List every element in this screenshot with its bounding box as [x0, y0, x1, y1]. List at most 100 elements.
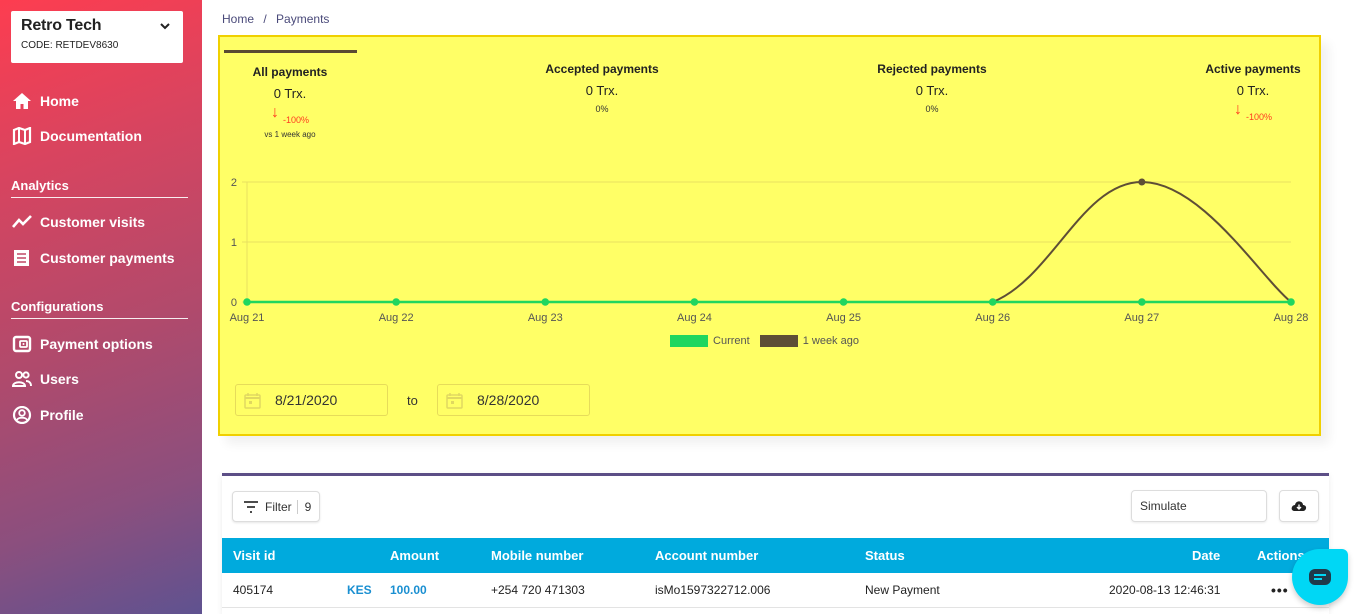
- stat-change-value: -100%: [282, 115, 309, 125]
- filter-label: Filter: [265, 499, 292, 514]
- stat-tab-active-payments[interactable]: Active payments 0 Trx. ↓ -100%: [1198, 62, 1308, 122]
- date-to-value: 8/28/2020: [477, 392, 540, 408]
- sidebar-item-label: Customer payments: [40, 250, 175, 266]
- column-header-date[interactable]: Date: [1192, 538, 1220, 573]
- organization-switcher[interactable]: Retro Tech CODE: RETDEV8630: [11, 11, 183, 63]
- payments-table-card: Filter 9 Visit id Amount Mobile number A…: [222, 473, 1329, 614]
- stat-value: 0 Trx.: [915, 83, 949, 98]
- section-title-analytics: Analytics: [11, 178, 188, 198]
- cloud-download-icon: [1291, 501, 1307, 511]
- breadcrumb-current: Payments: [276, 12, 330, 26]
- sidebar-item-label: Documentation: [40, 128, 142, 144]
- users-icon: [12, 371, 32, 387]
- stat-tab-all-payments[interactable]: All payments 0 Trx. ↓ -100% vs 1 week ag…: [240, 65, 340, 139]
- arrow-down-icon: ↓: [1233, 101, 1242, 118]
- row-actions-menu[interactable]: •••: [1271, 573, 1289, 608]
- filter-icon: [244, 500, 258, 513]
- cell-account-number: isMo1597322712.006: [655, 583, 771, 597]
- stat-value: 0 Trx.: [1236, 83, 1270, 98]
- y-tick-label: 0: [231, 297, 237, 309]
- cell-status: New Payment: [865, 583, 940, 597]
- active-tab-indicator: [224, 50, 357, 53]
- table-row[interactable]: 405174 KES 100.00 +254 720 471303 isMo15…: [222, 573, 1329, 608]
- date-from-field[interactable]: 8/21/2020: [235, 384, 388, 416]
- stat-value: 0 Trx.: [273, 86, 307, 101]
- legend-label: 1 week ago: [802, 335, 859, 347]
- chat-widget-button[interactable]: [1292, 549, 1348, 605]
- organization-name: Retro Tech: [21, 17, 102, 34]
- column-header-visit-id[interactable]: Visit id: [233, 538, 275, 573]
- column-header-amount[interactable]: Amount: [390, 538, 439, 573]
- section-title-configurations: Configurations: [11, 299, 188, 319]
- data-point-current: [1287, 298, 1295, 306]
- home-icon: [13, 93, 31, 109]
- calendar-icon: [446, 392, 463, 409]
- filter-button[interactable]: Filter 9: [232, 491, 320, 522]
- legend-item-current[interactable]: Current: [670, 335, 750, 347]
- sidebar-item-label: Profile: [40, 407, 84, 423]
- breadcrumb-separator: /: [263, 12, 267, 26]
- app: Retro Tech CODE: RETDEV8630 Home Documen…: [0, 0, 1356, 614]
- sidebar-item-label: Payment options: [40, 336, 153, 352]
- column-header-account-number[interactable]: Account number: [655, 538, 758, 573]
- stat-change-value: 0%: [595, 104, 609, 114]
- x-tick-label: Aug 21: [230, 312, 265, 324]
- legend-label: Current: [713, 335, 750, 347]
- sidebar-item-home[interactable]: Home: [12, 90, 79, 112]
- download-button[interactable]: [1279, 490, 1319, 522]
- receipt-icon: [14, 250, 29, 266]
- wallet-icon: [12, 335, 32, 353]
- x-tick-label: Aug 27: [1124, 312, 1159, 324]
- payments-stats-card: All payments 0 Trx. ↓ -100% vs 1 week ag…: [218, 35, 1321, 436]
- breadcrumb-home[interactable]: Home: [222, 12, 254, 26]
- legend-item-previous[interactable]: 1 week ago: [759, 335, 859, 347]
- date-from-value: 8/21/2020: [275, 392, 338, 408]
- stat-value: 0 Trx.: [585, 83, 619, 98]
- map-icon: [12, 127, 32, 145]
- stat-tab-rejected-payments[interactable]: Rejected payments 0 Trx. 0%: [872, 62, 992, 114]
- sidebar-item-documentation[interactable]: Documentation: [12, 125, 142, 147]
- stat-title: Accepted payments: [545, 62, 659, 76]
- arrow-down-icon: ↓: [270, 104, 279, 121]
- stat-comparison: vs 1 week ago: [264, 130, 316, 139]
- data-point-previous: [1138, 178, 1146, 186]
- stat-title: Rejected payments: [877, 62, 987, 76]
- sidebar-item-customer-visits[interactable]: Customer visits: [12, 211, 145, 233]
- stat-change: ↓ -100%: [240, 104, 340, 126]
- breadcrumb: Home / Payments: [222, 12, 335, 26]
- data-point-current: [988, 298, 997, 306]
- simulate-input[interactable]: [1131, 490, 1267, 522]
- data-point-current: [243, 298, 251, 306]
- sidebar-item-customer-payments[interactable]: Customer payments: [12, 247, 175, 269]
- stat-title: Active payments: [1205, 62, 1301, 76]
- column-header-status[interactable]: Status: [865, 538, 905, 573]
- cell-currency: KES: [347, 583, 372, 597]
- sidebar: Retro Tech CODE: RETDEV8630 Home Documen…: [0, 0, 202, 614]
- legend-swatch-current: [670, 335, 709, 347]
- x-tick-label: Aug 28: [1274, 312, 1309, 324]
- sidebar-item-profile[interactable]: Profile: [12, 404, 84, 426]
- stat-change-value: 0%: [925, 104, 939, 114]
- chevron-down-icon[interactable]: [159, 20, 171, 32]
- sidebar-item-label: Home: [40, 93, 79, 109]
- cell-mobile-number: +254 720 471303: [491, 583, 585, 597]
- cell-visit-id: 405174: [233, 583, 274, 597]
- filter-count-badge: 9: [296, 499, 311, 514]
- data-point-current: [1138, 298, 1146, 306]
- sidebar-item-users[interactable]: Users: [12, 368, 79, 390]
- data-point-current: [541, 298, 550, 306]
- stat-tab-accepted-payments[interactable]: Accepted payments 0 Trx. 0%: [542, 62, 662, 114]
- cell-date: 2020-08-13 12:46:31: [1109, 583, 1221, 597]
- x-tick-label: Aug 26: [975, 312, 1010, 324]
- column-header-mobile-number[interactable]: Mobile number: [491, 538, 583, 573]
- x-tick-label: Aug 23: [528, 312, 563, 324]
- payments-line-chart: 0 1 2 Aug 21 Aug 22 Aug 23 Aug 24 Aug 25 Aug 26 A…: [230, 177, 1309, 324]
- date-to-field[interactable]: 8/28/2020: [437, 384, 590, 416]
- stat-title: All payments: [252, 65, 328, 79]
- cell-amount: 100.00: [390, 583, 427, 597]
- sidebar-item-payment-options[interactable]: Payment options: [12, 333, 153, 355]
- data-point-current: [392, 298, 400, 306]
- chart-legend: Current 1 week ago: [220, 335, 1319, 347]
- data-point-current: [839, 298, 848, 306]
- y-tick-label: 2: [231, 177, 237, 189]
